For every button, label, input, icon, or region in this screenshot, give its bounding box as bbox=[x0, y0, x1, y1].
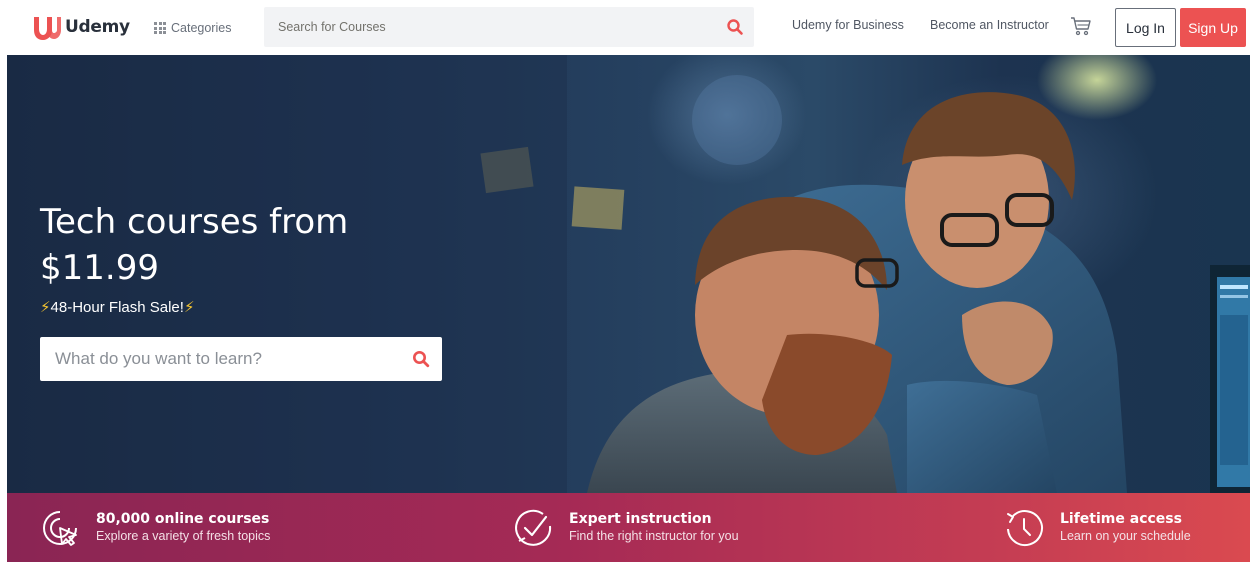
flash-sale-text: 48-Hour Flash Sale! bbox=[50, 298, 184, 316]
hero-search bbox=[40, 337, 442, 381]
udemy-for-business-link[interactable]: Udemy for Business bbox=[792, 18, 904, 32]
categories-label: Categories bbox=[171, 21, 232, 35]
feature-online-courses: 80,000 online courses Explore a variety … bbox=[40, 493, 270, 562]
feature-title: Lifetime access bbox=[1060, 511, 1182, 527]
flash-sale-label: ⚡ 48-Hour Flash Sale! ⚡ bbox=[40, 298, 195, 317]
feature-title: 80,000 online courses bbox=[96, 511, 270, 527]
cart-icon[interactable] bbox=[1069, 15, 1093, 37]
hero-title-line1: Tech courses from bbox=[40, 202, 349, 242]
cursor-click-icon bbox=[43, 510, 77, 546]
features-bar: 80,000 online courses Explore a variety … bbox=[7, 493, 1250, 562]
udemy-logo-icon bbox=[34, 17, 61, 40]
feature-subtitle: Find the right instructor for you bbox=[569, 529, 739, 543]
become-instructor-link[interactable]: Become an Instructor bbox=[930, 18, 1049, 32]
feature-lifetime-access: Lifetime access Learn on your schedule bbox=[1004, 493, 1191, 562]
udemy-logo[interactable]: Udemy bbox=[30, 10, 130, 44]
feature-title: Expert instruction bbox=[569, 511, 712, 527]
search-icon[interactable] bbox=[726, 18, 744, 36]
login-button[interactable]: Log In bbox=[1115, 8, 1176, 47]
hero-title-price: $11.99 bbox=[40, 248, 159, 288]
top-navbar: Udemy Categories Udemy for Business Beco… bbox=[0, 0, 1250, 55]
logo-wordmark: Udemy bbox=[65, 17, 130, 37]
lightning-icon: ⚡ bbox=[40, 299, 51, 316]
categories-menu[interactable]: Categories bbox=[154, 17, 231, 39]
header-search bbox=[264, 7, 754, 47]
hero-banner: Tech courses from $11.99 ⚡ 48-Hour Flash… bbox=[7, 55, 1250, 493]
check-badge-icon bbox=[515, 509, 552, 546]
clock-history-icon bbox=[1007, 509, 1043, 546]
grid-icon bbox=[154, 22, 166, 34]
lightning-icon: ⚡ bbox=[183, 299, 195, 316]
search-icon[interactable] bbox=[412, 350, 430, 368]
header-search-input[interactable] bbox=[278, 7, 708, 47]
hero-title: Tech courses from $11.99 bbox=[40, 199, 460, 291]
hero-search-input[interactable] bbox=[55, 337, 395, 381]
feature-expert-instruction: Expert instruction Find the right instru… bbox=[513, 493, 739, 562]
signup-button[interactable]: Sign Up bbox=[1180, 8, 1246, 47]
feature-subtitle: Learn on your schedule bbox=[1060, 529, 1191, 543]
feature-subtitle: Explore a variety of fresh topics bbox=[96, 529, 271, 543]
